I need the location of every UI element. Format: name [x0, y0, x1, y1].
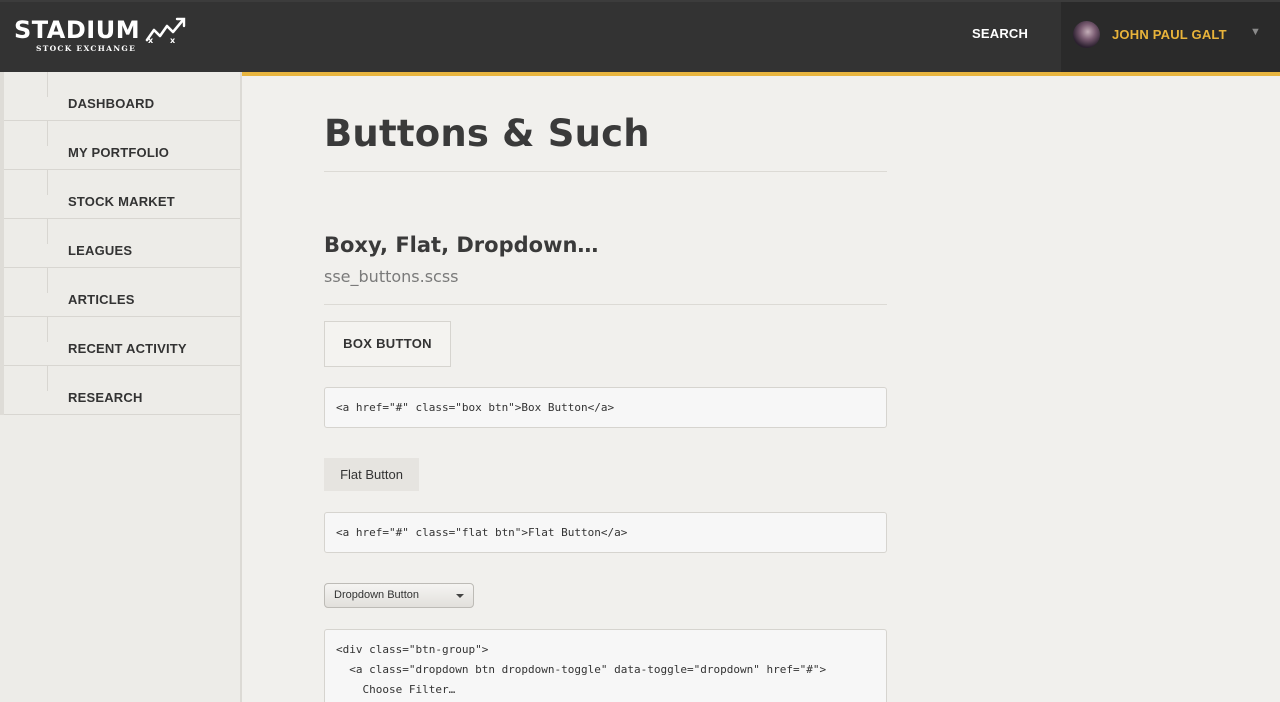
- sidebar-item-research[interactable]: RESEARCH: [4, 366, 240, 415]
- code-line: <a class="dropdown btn dropdown-toggle" …: [336, 663, 827, 676]
- flat-button[interactable]: Flat Button: [324, 458, 419, 491]
- search-link[interactable]: SEARCH: [972, 26, 1028, 41]
- svg-text:x: x: [170, 36, 176, 44]
- logo-subtitle: STOCK EXCHANGE: [36, 44, 137, 53]
- stock-graph-icon: x x: [145, 17, 186, 44]
- title-divider: [324, 171, 887, 172]
- code-line: Choose Filter…: [336, 683, 456, 696]
- page-title: Buttons & Such: [324, 112, 650, 155]
- sidebar-item-label: LEAGUES: [68, 243, 133, 258]
- header-accent-bar: [242, 72, 1280, 76]
- nav-divider-tick: [47, 121, 48, 146]
- sidebar-item-my-portfolio[interactable]: MY PORTFOLIO: [4, 121, 240, 170]
- nav-divider-tick: [47, 219, 48, 244]
- nav-divider-tick: [47, 72, 48, 97]
- section-title: Boxy, Flat, Dropdown…: [324, 233, 599, 257]
- sidebar-item-articles[interactable]: ARTICLES: [4, 268, 240, 317]
- sidebar-item-recent-activity[interactable]: RECENT ACTIVITY: [4, 317, 240, 366]
- sidebar-item-dashboard[interactable]: DASHBOARD: [4, 72, 240, 121]
- code-line: <a href="#" class="box btn">Box Button</…: [336, 401, 615, 414]
- sidebar-item-leagues[interactable]: LEAGUES: [4, 219, 240, 268]
- nav-divider-tick: [47, 170, 48, 195]
- sidebar-item-label: STOCK MARKET: [68, 194, 175, 209]
- code-block-dropdown-button: <div class="btn-group"> <a class="dropdo…: [324, 629, 887, 702]
- stadium-logo[interactable]: STADIUM STOCK EXCHANGE x x: [14, 16, 189, 56]
- box-button[interactable]: BOX BUTTON: [324, 321, 451, 367]
- sidebar-item-label: MY PORTFOLIO: [68, 145, 170, 160]
- nav-divider-tick: [47, 268, 48, 293]
- nav-divider-tick: [47, 317, 48, 342]
- sidebar-item-label: ARTICLES: [68, 292, 135, 307]
- dropdown-button-label: Dropdown Button: [334, 589, 419, 601]
- user-menu[interactable]: JOHN PAUL GALT ▼: [1061, 2, 1280, 72]
- top-navbar: STADIUM STOCK EXCHANGE x x SEARCH JOHN P…: [0, 0, 1280, 72]
- code-line: <a href="#" class="flat btn">Flat Button…: [336, 526, 628, 539]
- sidebar: DASHBOARD MY PORTFOLIO STOCK MARKET LEAG…: [0, 72, 242, 702]
- code-block-flat-button: <a href="#" class="flat btn">Flat Button…: [324, 512, 887, 553]
- section-divider: [324, 304, 887, 305]
- caret-down-icon: [456, 594, 464, 598]
- svg-text:x: x: [148, 36, 154, 44]
- sidebar-item-label: RESEARCH: [68, 390, 143, 405]
- nav-divider-tick: [47, 366, 48, 391]
- avatar[interactable]: [1073, 21, 1100, 48]
- sidebar-item-label: RECENT ACTIVITY: [68, 341, 187, 356]
- sidebar-item-label: DASHBOARD: [68, 96, 155, 111]
- dropdown-button[interactable]: Dropdown Button: [324, 583, 474, 608]
- sidebar-item-stock-market[interactable]: STOCK MARKET: [4, 170, 240, 219]
- section-filename: sse_buttons.scss: [324, 267, 459, 286]
- caret-down-icon[interactable]: ▼: [1250, 26, 1261, 38]
- user-name[interactable]: JOHN PAUL GALT: [1112, 27, 1227, 42]
- code-line: <div class="btn-group">: [336, 643, 489, 656]
- code-block-box-button: <a href="#" class="box btn">Box Button</…: [324, 387, 887, 428]
- logo-wordmark: STADIUM: [14, 16, 141, 44]
